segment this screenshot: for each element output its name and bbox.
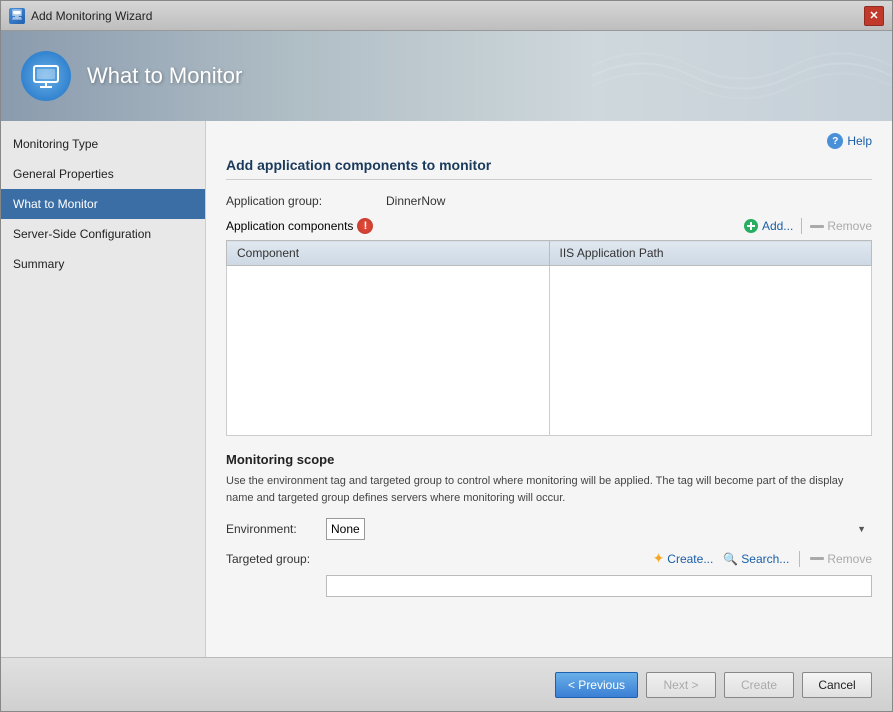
add-button[interactable]: Add... (743, 218, 793, 234)
divider (801, 218, 802, 234)
environment-select[interactable]: None (326, 518, 365, 540)
col-iis-path: IIS Application Path (549, 241, 872, 266)
plus-icon (743, 218, 759, 234)
environment-select-wrapper: None (326, 518, 872, 540)
targeted-group-row: Targeted group: ✦ Create... 🔍 Search... (226, 550, 872, 567)
sidebar: Monitoring Type General Properties What … (1, 121, 206, 657)
title-bar: 🖥 Add Monitoring Wizard ✕ (1, 1, 892, 31)
wizard-window: 🖥 Add Monitoring Wizard ✕ What to Monito… (0, 0, 893, 712)
application-group-row: Application group: DinnerNow (226, 194, 872, 208)
remove-targeted-icon (810, 557, 824, 560)
help-icon: ? (827, 133, 843, 149)
header-title: What to Monitor (87, 63, 242, 89)
scope-description: Use the environment tag and targeted gro… (226, 473, 872, 506)
main-content: ? Help Add application components to mon… (206, 121, 892, 657)
sidebar-item-what-to-monitor[interactable]: What to Monitor (1, 189, 205, 219)
sidebar-item-general-properties[interactable]: General Properties (1, 159, 205, 189)
sidebar-item-monitoring-type[interactable]: Monitoring Type (1, 129, 205, 159)
remove-icon (810, 225, 824, 228)
help-link[interactable]: ? Help (827, 133, 872, 149)
targeted-group-label: Targeted group: (226, 552, 326, 566)
remove-targeted-label: Remove (827, 552, 872, 566)
divider2 (799, 551, 800, 567)
help-label: Help (847, 134, 872, 148)
cancel-button[interactable]: Cancel (802, 672, 872, 698)
environment-label: Environment: (226, 522, 326, 536)
create-button-footer[interactable]: Create (724, 672, 794, 698)
help-row: ? Help (226, 133, 872, 149)
create-star-icon: ✦ (653, 550, 665, 567)
create-button[interactable]: ✦ Create... (653, 550, 714, 567)
scope-title: Monitoring scope (226, 452, 872, 467)
remove-components-button[interactable]: Remove (810, 219, 872, 233)
components-toolbar: Add... Remove (743, 218, 872, 234)
monitoring-scope-section: Monitoring scope Use the environment tag… (226, 452, 872, 597)
col-component: Component (227, 241, 550, 266)
components-table: Component IIS Application Path (226, 240, 872, 436)
application-components-row: Application components ! Add... (226, 218, 872, 234)
section-title: Add application components to monitor (226, 157, 872, 180)
application-components-label: Application components ! (226, 218, 743, 234)
close-button[interactable]: ✕ (864, 6, 884, 26)
application-group-value: DinnerNow (386, 194, 445, 208)
table-empty-row (227, 266, 872, 436)
targeted-group-input-area (326, 575, 872, 597)
create-label: Create... (667, 552, 713, 566)
sidebar-item-summary[interactable]: Summary (1, 249, 205, 279)
environment-row: Environment: None (226, 518, 872, 540)
error-icon: ! (357, 218, 373, 234)
remove-label: Remove (827, 219, 872, 233)
add-label: Add... (762, 219, 793, 233)
content-area: Monitoring Type General Properties What … (1, 121, 892, 657)
search-label: Search... (741, 552, 789, 566)
remove-targeted-button[interactable]: Remove (810, 552, 872, 566)
window-icon: 🖥 (9, 8, 25, 24)
header-banner: What to Monitor (1, 31, 892, 121)
search-button[interactable]: 🔍 Search... (723, 552, 789, 566)
window-title: Add Monitoring Wizard (31, 9, 152, 23)
application-group-label: Application group: (226, 194, 386, 208)
application-components-text: Application components (226, 219, 353, 233)
sidebar-item-server-side-config[interactable]: Server-Side Configuration (1, 219, 205, 249)
next-button[interactable]: Next > (646, 672, 716, 698)
footer: < Previous Next > Create Cancel (1, 657, 892, 711)
previous-button[interactable]: < Previous (555, 672, 638, 698)
targeted-toolbar: ✦ Create... 🔍 Search... Remove (653, 550, 872, 567)
search-icon: 🔍 (723, 552, 738, 566)
header-icon (21, 51, 71, 101)
